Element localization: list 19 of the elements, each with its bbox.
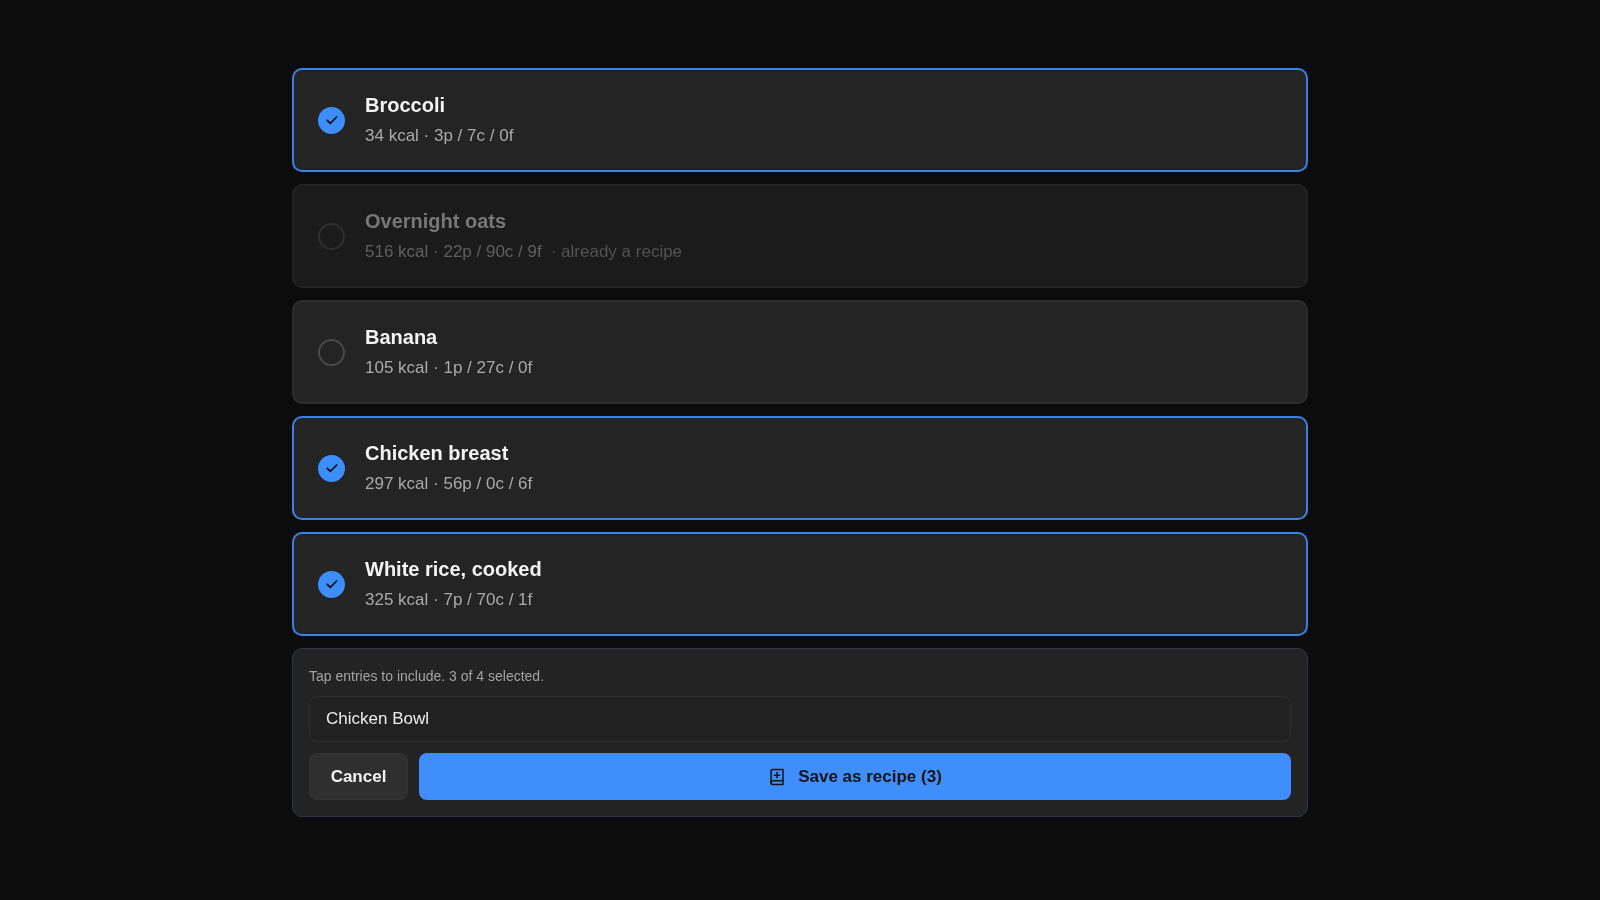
entry-macros: 325 kcal · 7p / 70c / 1f: [365, 589, 533, 611]
entry-macros: 516 kcal · 22p / 90c / 9f: [365, 241, 542, 263]
food-entry-card[interactable]: White rice, cooked 325 kcal · 7p / 70c / 1f: [292, 532, 1308, 636]
entry-title: White rice, cooked: [365, 557, 542, 582]
entry-macros: 105 kcal · 1p / 27c / 0f: [365, 357, 533, 379]
food-entry-card[interactable]: Banana 105 kcal · 1p / 27c / 0f: [292, 300, 1308, 404]
food-entry-card[interactable]: Chicken breast 297 kcal · 56p / 0c / 6f: [292, 416, 1308, 520]
hint-text: Tap entries to include. 3 of 4 selected.: [309, 667, 546, 685]
food-entry-card[interactable]: Broccoli 34 kcal · 3p / 7c / 0f: [292, 68, 1308, 172]
entry-title: Banana: [365, 325, 439, 350]
entry-macros: 34 kcal · 3p / 7c / 0f: [365, 125, 514, 147]
entry-title: Overnight oats: [365, 209, 508, 234]
recipe-name-field[interactable]: Chicken Bowl: [309, 696, 1291, 742]
book-plus-icon: [768, 766, 787, 787]
save-recipe-button[interactable]: Save as recipe (3): [419, 753, 1291, 800]
cancel-button[interactable]: Cancel: [309, 753, 408, 800]
entry-title: Broccoli: [365, 93, 447, 118]
entry-title: Chicken breast: [365, 441, 510, 466]
entry-macros: 297 kcal · 56p / 0c / 6f: [365, 473, 533, 495]
